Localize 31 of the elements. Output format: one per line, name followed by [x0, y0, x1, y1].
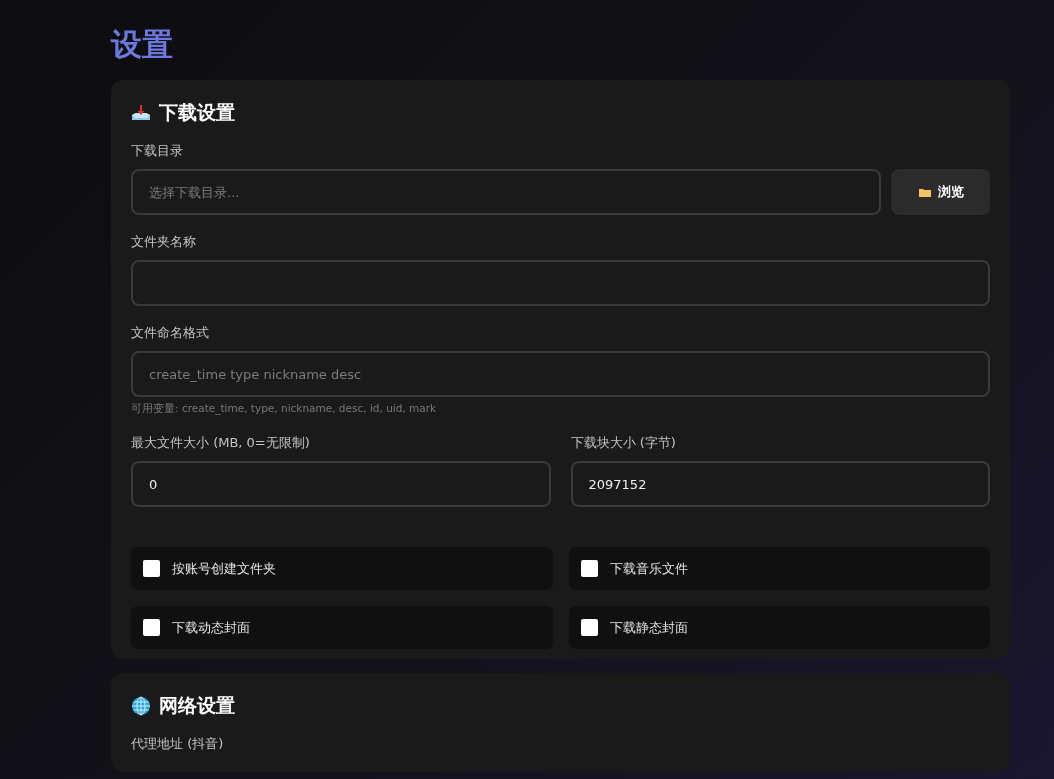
field-label: 最大文件大小 (MB, 0=无限制) [131, 434, 311, 452]
browse-button[interactable]: 浏览 [891, 169, 990, 215]
option-label: 下载动态封面 [172, 618, 250, 637]
field-label: 文件夹名称 [131, 233, 197, 251]
globe-icon [131, 696, 151, 716]
option-label: 下载音乐文件 [609, 559, 688, 578]
checkbox[interactable] [580, 619, 598, 636]
field-label: 文件命名格式 [131, 324, 210, 342]
page-title: 设置 [111, 25, 174, 64]
option-row[interactable]: 下载静态封面 [568, 606, 990, 649]
option-row[interactable]: 下载音乐文件 [568, 547, 990, 590]
number-field[interactable]: 2097152 [570, 461, 990, 507]
field-label: 代理地址 (抖音) [131, 735, 225, 753]
folder-icon [917, 186, 932, 198]
checkbox[interactable] [143, 619, 160, 636]
field-label: 下载块大小 (字节) [570, 434, 677, 452]
number-field[interactable]: 0 [131, 461, 551, 507]
option-label: 按账号创建文件夹 [172, 559, 276, 578]
option-row[interactable]: 下载动态封面 [131, 606, 553, 649]
section-title: 网络设置 [159, 693, 235, 718]
naming-format-field[interactable]: create_time type nickname desc [131, 351, 990, 397]
hint-text: 可用变量: create_time, type, nickname, desc, id, uid, mark [131, 402, 438, 416]
section-title: 下载设置 [159, 100, 235, 125]
checkbox[interactable] [143, 560, 160, 577]
field-label: 下载目录 [131, 142, 184, 160]
option-row[interactable]: 按账号创建文件夹 [131, 547, 553, 590]
download-tray-icon [131, 104, 151, 122]
option-label: 下载静态封面 [609, 618, 688, 637]
checkbox[interactable] [580, 560, 598, 577]
directory-field[interactable]: 选择下载目录... [131, 169, 881, 215]
folder-name-field[interactable] [131, 260, 990, 306]
